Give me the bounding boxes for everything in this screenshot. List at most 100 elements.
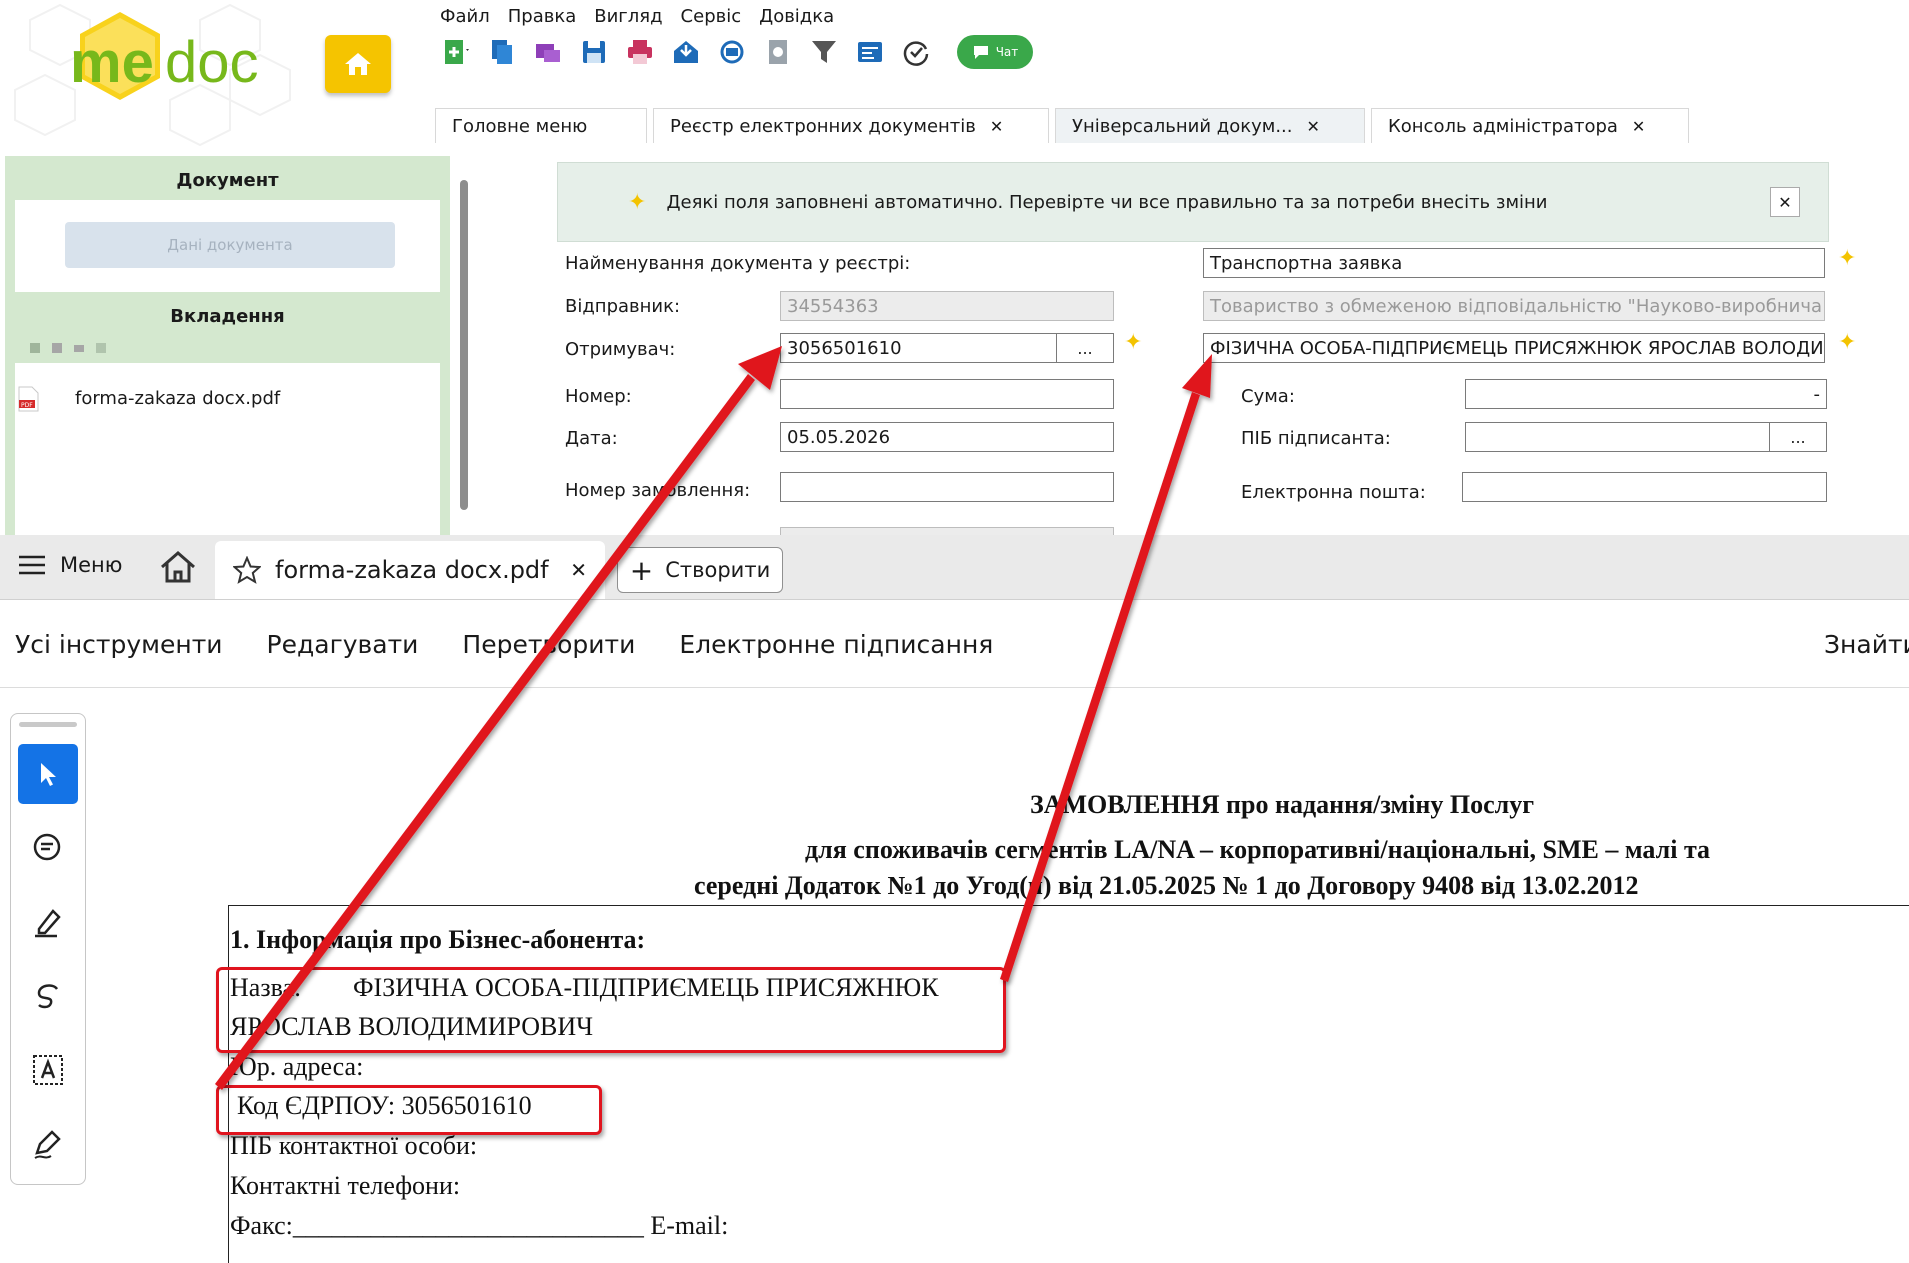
home-button[interactable] — [325, 35, 391, 93]
document-tabs: Головне меню Реєстр електронних документ… — [435, 108, 1695, 143]
fax-blank: ___________________________ — [292, 1211, 644, 1240]
quick-tools-rail — [10, 713, 86, 1185]
select-tool[interactable] — [18, 744, 78, 804]
chat-bubble-icon — [973, 46, 988, 59]
add-attachment-icon[interactable] — [29, 342, 41, 354]
sign-tool[interactable] — [18, 1114, 78, 1174]
chat-button[interactable]: Чат — [957, 35, 1033, 69]
menu-file[interactable]: Файл — [440, 6, 490, 28]
partial-field — [780, 527, 1114, 535]
cursor-icon — [41, 763, 56, 786]
save-attachment-icon[interactable] — [51, 342, 63, 354]
divider — [0, 687, 1909, 688]
close-icon[interactable]: ✕ — [990, 117, 1003, 136]
print-icon[interactable] — [624, 36, 656, 68]
divider — [0, 599, 1909, 600]
hamburger-menu-button[interactable]: Меню — [18, 553, 122, 577]
star-icon[interactable] — [233, 556, 261, 584]
attachments-toolbar — [29, 342, 107, 354]
date-label: Дата: — [565, 428, 618, 449]
send-mail-icon[interactable] — [532, 36, 564, 68]
menu-edit[interactable]: Правка — [508, 6, 577, 28]
order-number-field[interactable] — [780, 472, 1114, 502]
panel-scrollbar[interactable] — [460, 180, 468, 510]
sum-field[interactable]: - — [1465, 379, 1827, 409]
close-icon[interactable]: ✕ — [570, 558, 587, 582]
draw-tool[interactable] — [18, 966, 78, 1026]
edit-button[interactable]: Редагувати — [267, 630, 419, 659]
attachment-file-name[interactable]: forma-zakaza docx.pdf — [75, 388, 280, 409]
convert-button[interactable]: Перетворити — [462, 630, 635, 659]
print-attachment-icon[interactable] — [73, 342, 85, 354]
number-field[interactable] — [780, 379, 1114, 409]
recipient-label: Отримувач: — [565, 339, 676, 360]
freehand-icon — [37, 984, 59, 1009]
tab-e-documents-registry[interactable]: Реєстр електронних документів ✕ — [653, 108, 1049, 143]
pen-sign-icon — [34, 1130, 61, 1159]
sparkle-icon: ✦ — [1838, 330, 1857, 355]
menu-help[interactable]: Довідка — [759, 6, 834, 28]
copy-attachment-icon[interactable] — [95, 342, 107, 354]
comment-tool[interactable] — [18, 818, 78, 878]
text-box-icon — [33, 1055, 63, 1085]
tab-label: Консоль адміністратора — [1388, 115, 1618, 137]
receive-icon[interactable] — [670, 36, 702, 68]
notice-text: Деякі поля заповнені автоматично. Переві… — [666, 191, 1548, 213]
filter-icon[interactable] — [808, 36, 840, 68]
pdf-document-tab[interactable]: forma-zakaza docx.pdf ✕ — [215, 541, 605, 599]
highlight-tool[interactable] — [18, 892, 78, 952]
recipient-select-button[interactable]: ... — [1056, 334, 1113, 362]
pdf-title-line1: ЗАМОВЛЕННЯ про надання/зміну Послуг — [1030, 790, 1535, 819]
pdf-file-icon: PDF — [17, 386, 39, 416]
doc-name-label: Найменування документа у реєстрі: — [565, 253, 911, 274]
notice-close-button[interactable]: ✕ — [1770, 187, 1800, 217]
number-label: Номер: — [565, 386, 632, 407]
menubar: Файл Правка Вигляд Сервіс Довідка — [440, 6, 834, 28]
phones-label: Контактні телефони: — [230, 1171, 461, 1200]
view-icon[interactable] — [762, 36, 794, 68]
close-icon[interactable]: ✕ — [1632, 117, 1645, 136]
svg-text:me: me — [70, 30, 154, 95]
recipient-code-field[interactable]: 3056501610 ... — [780, 333, 1114, 363]
all-tools-button[interactable]: Усі інструменти — [15, 630, 223, 659]
refresh-check-icon[interactable] — [900, 36, 932, 68]
close-icon[interactable]: ✕ — [1307, 117, 1320, 136]
sender-name-field: Товариство з обмеженою відповідальністю … — [1203, 291, 1825, 321]
document-data-button[interactable]: Дані документа — [65, 222, 395, 268]
home-icon[interactable] — [158, 549, 198, 589]
hamburger-icon — [19, 555, 45, 575]
tab-universal-document[interactable]: Універсальний докум... ✕ — [1055, 108, 1365, 143]
sparkle-icon: ✦ — [1838, 246, 1857, 271]
menu-view[interactable]: Вигляд — [594, 6, 662, 28]
pdf-viewer-window: Меню forma-zakaza docx.pdf ✕ + Створити … — [0, 535, 1909, 1263]
recipient-code-value: 3056501610 — [787, 337, 902, 359]
menu-service[interactable]: Сервіс — [681, 6, 742, 28]
fax-text: Факс: — [230, 1211, 293, 1240]
section-1-heading: 1. Інформація про Бізнес-абонента: — [230, 925, 646, 954]
recipient-name-field[interactable]: ФІЗИЧНА ОСОБА-ПІДПРИЄМЕЦЬ ПРИСЯЖНЮК ЯРОС… — [1203, 333, 1825, 363]
create-button[interactable]: + Створити — [617, 547, 783, 593]
menu-label: Меню — [60, 553, 123, 577]
rail-grip[interactable] — [19, 722, 77, 727]
comment-icon — [33, 833, 61, 861]
text-select-tool[interactable] — [18, 1040, 78, 1100]
svg-text:doc: doc — [165, 30, 259, 95]
sender-label: Відправник: — [565, 296, 681, 317]
sender-code-field: 34554363 — [780, 291, 1114, 321]
highlighter-icon — [35, 909, 61, 938]
tab-main-menu[interactable]: Головне меню — [435, 108, 647, 143]
order-number-label: Номер замовлення: — [565, 480, 751, 501]
signer-field[interactable]: ... — [1465, 422, 1827, 452]
new-document-icon[interactable] — [440, 36, 472, 68]
tab-admin-console[interactable]: Консоль адміністратора ✕ — [1371, 108, 1689, 143]
date-field[interactable]: 05.05.2026 — [780, 422, 1114, 452]
registry-icon[interactable] — [854, 36, 886, 68]
e-sign-button[interactable]: Електронне підписання — [679, 630, 993, 659]
find-button[interactable]: Знайти — [1824, 630, 1909, 659]
doc-name-field[interactable]: Транспортна заявка — [1203, 248, 1825, 278]
copy-document-icon[interactable] — [486, 36, 518, 68]
save-icon[interactable] — [578, 36, 610, 68]
sync-icon[interactable] — [716, 36, 748, 68]
signer-select-button[interactable]: ... — [1769, 423, 1826, 451]
email-field[interactable] — [1462, 472, 1827, 502]
